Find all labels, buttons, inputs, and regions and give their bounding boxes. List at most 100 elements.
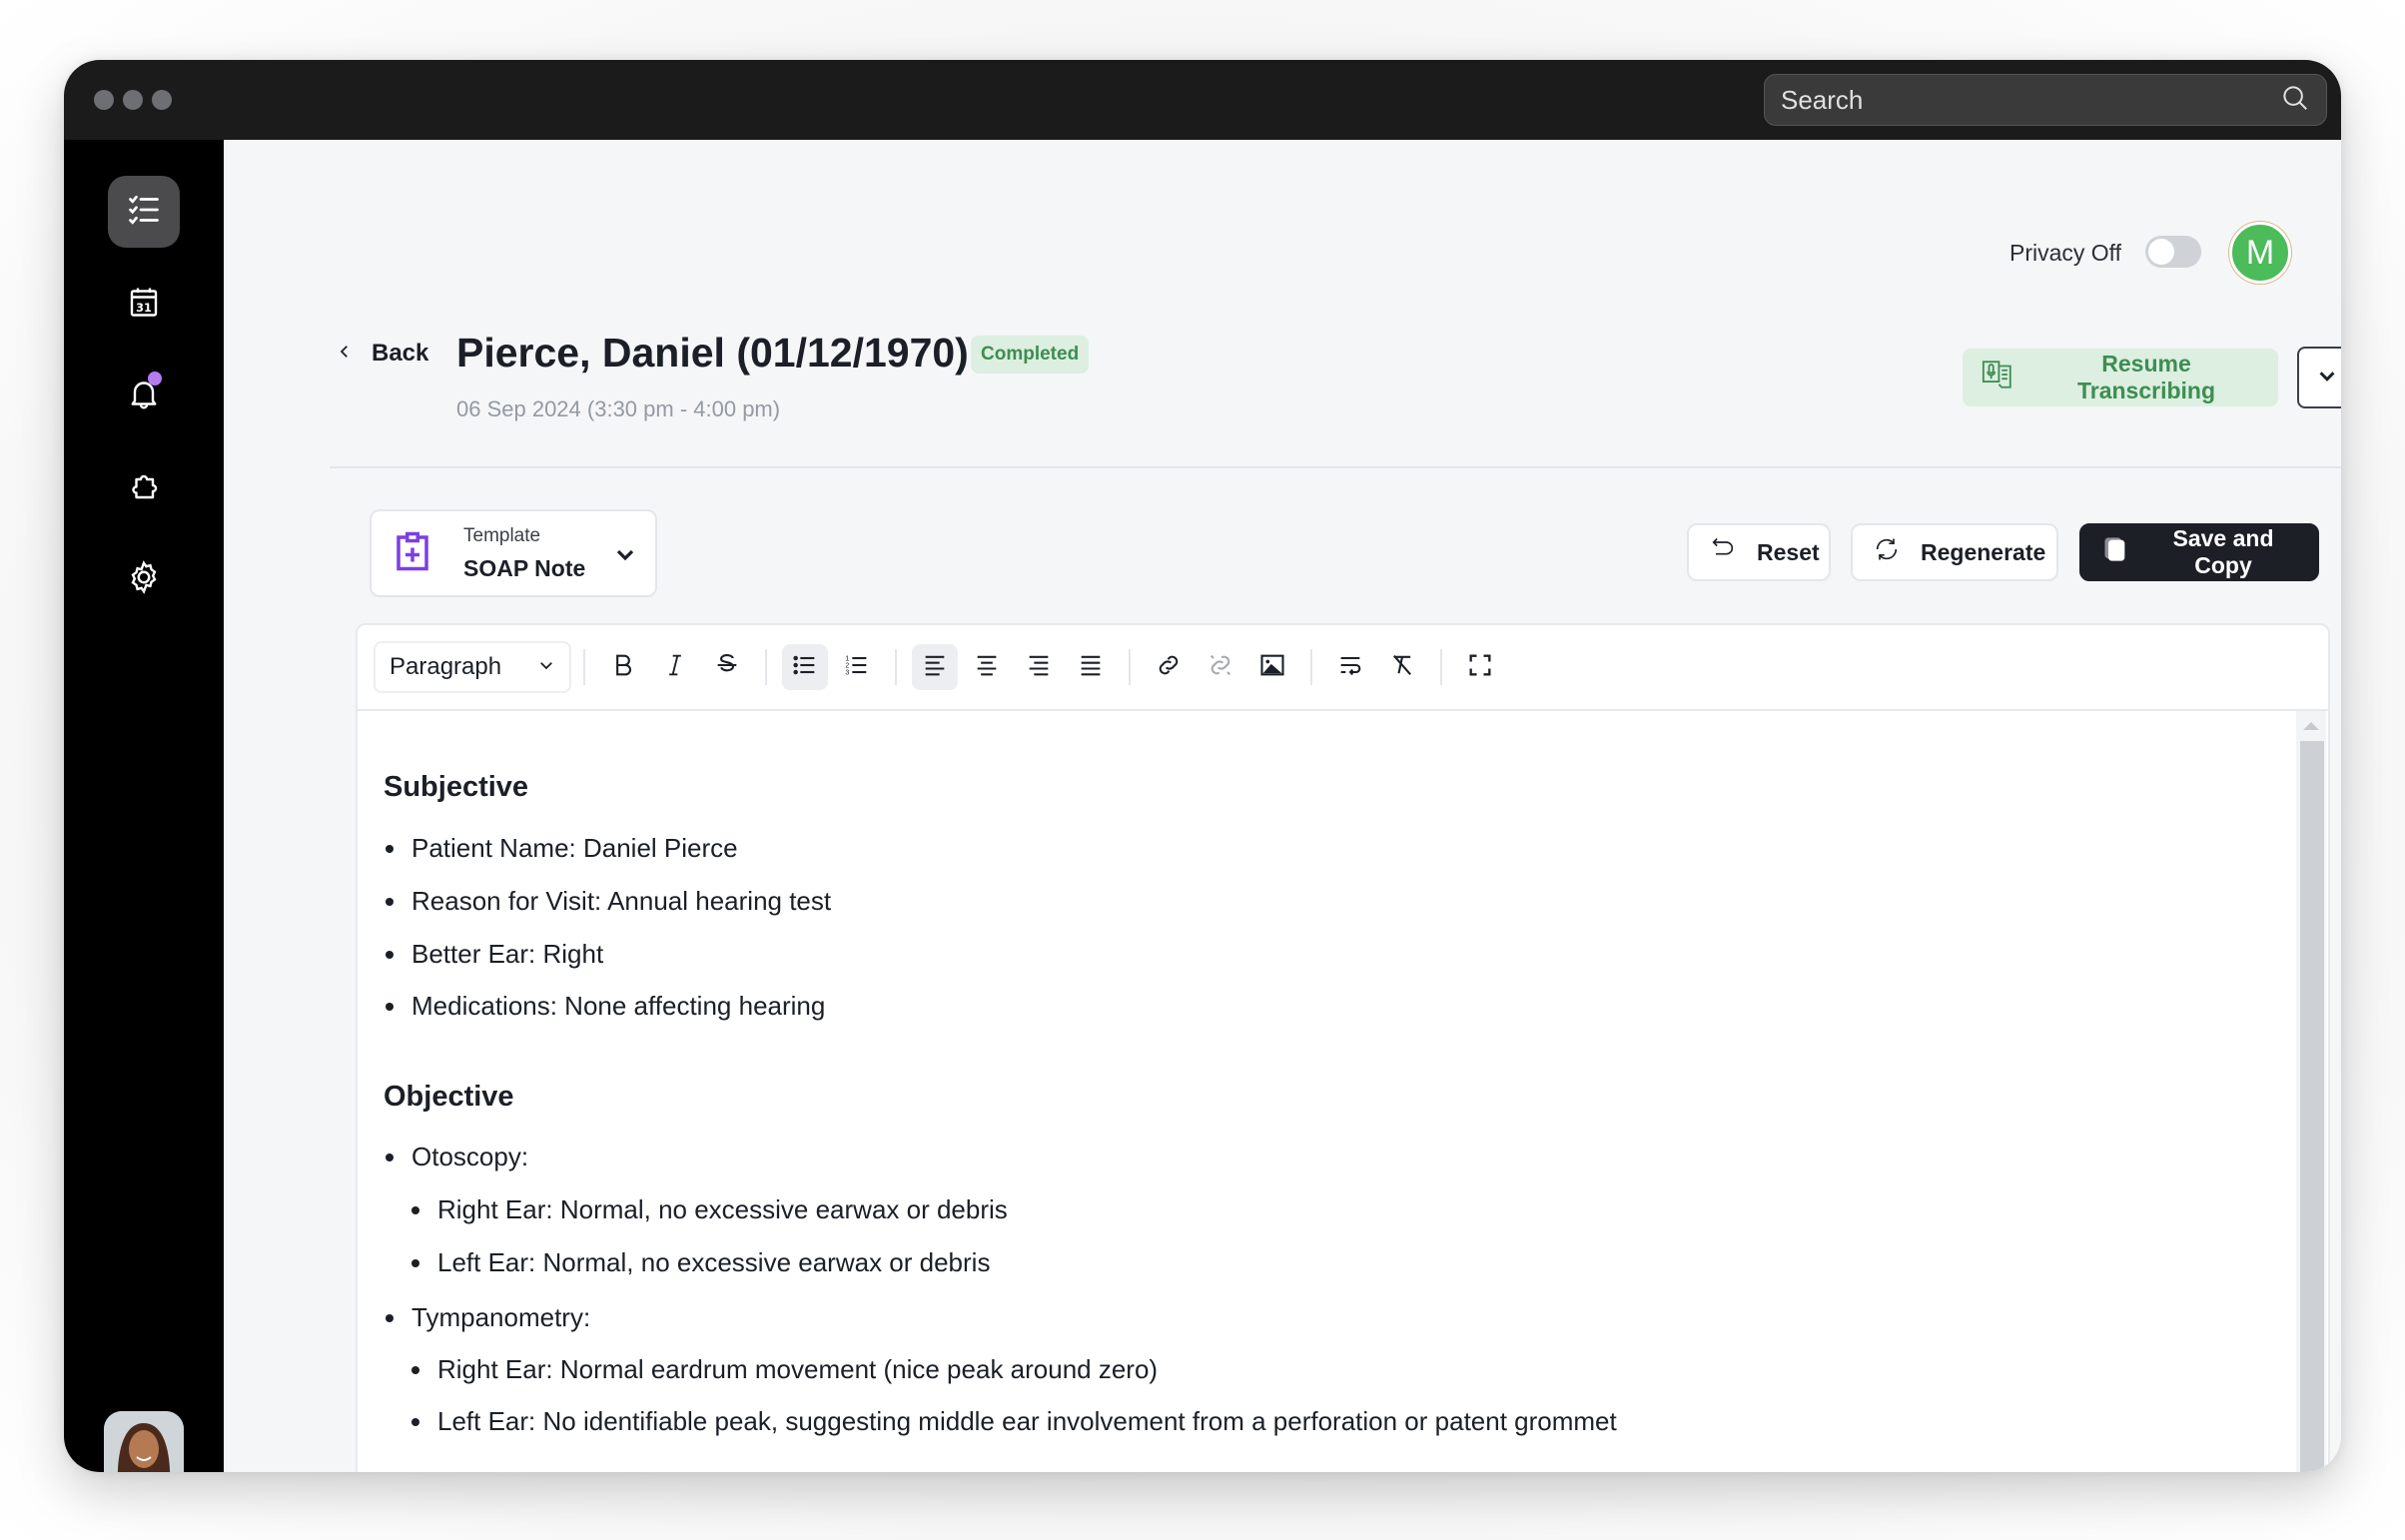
section-heading-objective: Objective [384,1081,514,1113]
align-right-icon [1025,651,1053,684]
avatar-initial: M [2245,233,2275,272]
template-label: Template [463,524,541,546]
sidebar-item-notifications[interactable] [108,360,180,431]
sidebar: 31 [64,140,224,1472]
align-left-icon [921,651,949,684]
regenerate-label: Regenerate [1921,538,2046,565]
strikethrough-button[interactable] [704,644,750,690]
insert-image-button[interactable] [1249,644,1295,690]
toolbar-divider [1440,649,1442,685]
image-icon [1258,651,1286,684]
resume-transcribing-button[interactable]: Resume Transcribing [1963,349,2278,406]
bold-icon [609,651,637,684]
status-badge: Completed [971,336,1090,374]
editor-scrollbar[interactable] [2296,711,2326,1472]
text-wrap-button[interactable] [1327,644,1373,690]
bullet-list-button[interactable] [782,644,828,690]
save-and-copy-label: Save and Copy [2172,525,2274,578]
notification-badge [148,372,162,385]
refresh-icon [1873,535,1901,569]
reset-button[interactable]: Reset [1687,523,1831,581]
toolbar-divider [583,649,585,685]
copy-icon [2101,535,2129,569]
section-heading-subjective: Subjective [384,771,529,803]
align-center-button[interactable] [964,644,1010,690]
align-justify-button[interactable] [1068,644,1114,690]
note-editor: Paragraph 123 Subjective Patient Name: D… [356,623,2330,1472]
back-button[interactable]: Back [336,340,428,368]
toolbar-divider [765,649,767,685]
list-item: Reason for Visit: Annual hearing test [386,886,831,917]
chevron-down-icon [2316,366,2338,390]
calendar-icon: 31 [126,284,162,325]
header-divider [330,466,2341,468]
list-item: Medications: None affecting hearing [386,991,825,1022]
sidebar-item-tasks[interactable] [108,176,180,248]
svg-text:31: 31 [136,301,152,314]
unlink-button[interactable] [1198,644,1243,690]
italic-button[interactable] [652,644,698,690]
block-format-select[interactable]: Paragraph [374,641,571,693]
clipboard-plus-icon [392,529,433,578]
fullscreen-button[interactable] [1457,644,1503,690]
svg-text:3: 3 [845,669,849,676]
app-window: 31 [64,60,2341,1472]
window-close-button[interactable] [94,90,114,110]
editor-toolbar: Paragraph 123 [358,625,2328,711]
list-item: Patient Name: Daniel Pierce [386,833,738,864]
window-maximize-button[interactable] [152,90,172,110]
align-left-button[interactable] [912,644,958,690]
toolbar-divider [1310,649,1312,685]
align-right-button[interactable] [1016,644,1062,690]
search-input[interactable] [1781,84,2280,116]
window-minimize-button[interactable] [123,90,143,110]
svg-text:1: 1 [845,655,849,662]
privacy-toggle[interactable] [2145,236,2201,268]
note-content[interactable]: Subjective Patient Name: Daniel Pierce R… [384,711,2288,1472]
resume-label: Resume Transcribing [2076,351,2216,403]
search-bar [1764,74,2327,126]
scrollbar-thumb[interactable] [2300,741,2324,1472]
account-avatar[interactable]: M [2229,222,2291,284]
transcribe-icon [1981,358,2014,397]
list-item: Otoscopy: [386,1142,528,1172]
bold-button[interactable] [600,644,646,690]
undo-icon [1709,535,1737,569]
list-item: Right Ear: Normal, no excessive earwax o… [411,1194,1008,1225]
numbered-list-icon: 123 [843,651,871,684]
main-content: Privacy Off M Back Pierce, Daniel (01/12… [224,140,2341,1472]
strikethrough-icon [713,651,741,684]
template-select[interactable]: Template SOAP Note [370,509,657,597]
list-item: Right Ear: Normal eardrum movement (nice… [411,1354,1158,1385]
user-profile-photo[interactable] [104,1411,184,1472]
chevron-left-icon [336,343,354,366]
toolbar-divider [895,649,897,685]
svg-text:2: 2 [845,662,849,669]
back-label: Back [372,340,429,367]
chevron-down-icon [613,543,637,572]
sidebar-item-calendar[interactable]: 31 [108,268,180,340]
toolbar-divider [1129,649,1131,685]
unlink-icon [1206,651,1234,684]
checklist-icon [126,192,162,233]
link-button[interactable] [1146,644,1192,690]
reset-label: Reset [1757,538,1820,565]
save-and-copy-button[interactable]: Save and Copy [2079,523,2319,581]
list-item: Tympanometry: [386,1302,590,1333]
clear-formatting-button[interactable] [1379,644,1425,690]
sidebar-item-settings[interactable] [108,543,180,615]
title-bar [64,60,2341,140]
align-justify-icon [1077,651,1105,684]
list-item: Left Ear: No identifiable peak, suggesti… [411,1406,1617,1437]
template-value: SOAP Note [463,554,586,581]
fullscreen-icon [1466,651,1494,684]
more-options-button[interactable] [2297,347,2341,408]
scroll-up-arrow-icon[interactable] [2296,711,2326,741]
sidebar-item-integrations[interactable] [108,451,180,523]
visit-date: 06 Sep 2024 (3:30 pm - 4:00 pm) [456,396,781,421]
list-item: Left Ear: Normal, no excessive earwax or… [411,1247,990,1278]
search-icon[interactable] [2280,83,2310,118]
text-wrap-icon [1336,651,1364,684]
regenerate-button[interactable]: Regenerate [1851,523,2058,581]
numbered-list-button[interactable]: 123 [834,644,880,690]
